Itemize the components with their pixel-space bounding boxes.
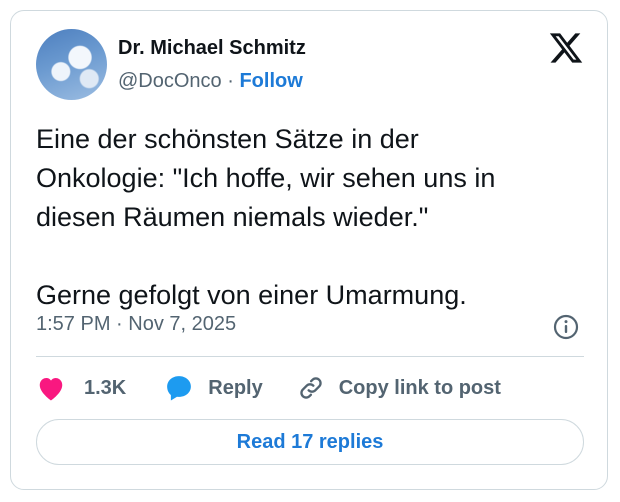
link-icon [300, 377, 322, 399]
handle-separator: · [227, 70, 234, 92]
copy-link-label: Copy link to post [338, 376, 501, 399]
reply-bubble-icon [167, 376, 192, 401]
x-logo-icon[interactable] [548, 30, 584, 66]
author-handle-row: @DocOnco · Follow [118, 70, 303, 93]
read-replies-button[interactable]: Read 17 replies [36, 419, 584, 465]
tweet-text: Eine der schönsten Sätze in der Onkologi… [36, 124, 496, 310]
reply-label: Reply [208, 376, 263, 399]
action-bar: 1.3K Reply Copy link to post [36, 372, 501, 404]
like-button[interactable]: 1.3K [36, 374, 126, 402]
divider [36, 356, 584, 357]
author-handle[interactable]: @DocOnco [118, 70, 222, 92]
author-name[interactable]: Dr. Michael Schmitz [118, 37, 306, 60]
tweet-timestamp[interactable]: 1:57 PM · Nov 7, 2025 [36, 313, 236, 336]
follow-button[interactable]: Follow [239, 70, 302, 92]
heart-icon [39, 378, 63, 401]
like-count: 1.3K [84, 376, 127, 399]
author-avatar[interactable] [36, 29, 107, 100]
info-icon[interactable] [552, 313, 580, 341]
copy-link-button[interactable]: Copy link to post [297, 374, 501, 402]
reply-button[interactable]: Reply [164, 373, 263, 403]
read-replies-label: Read 17 replies [236, 430, 384, 453]
